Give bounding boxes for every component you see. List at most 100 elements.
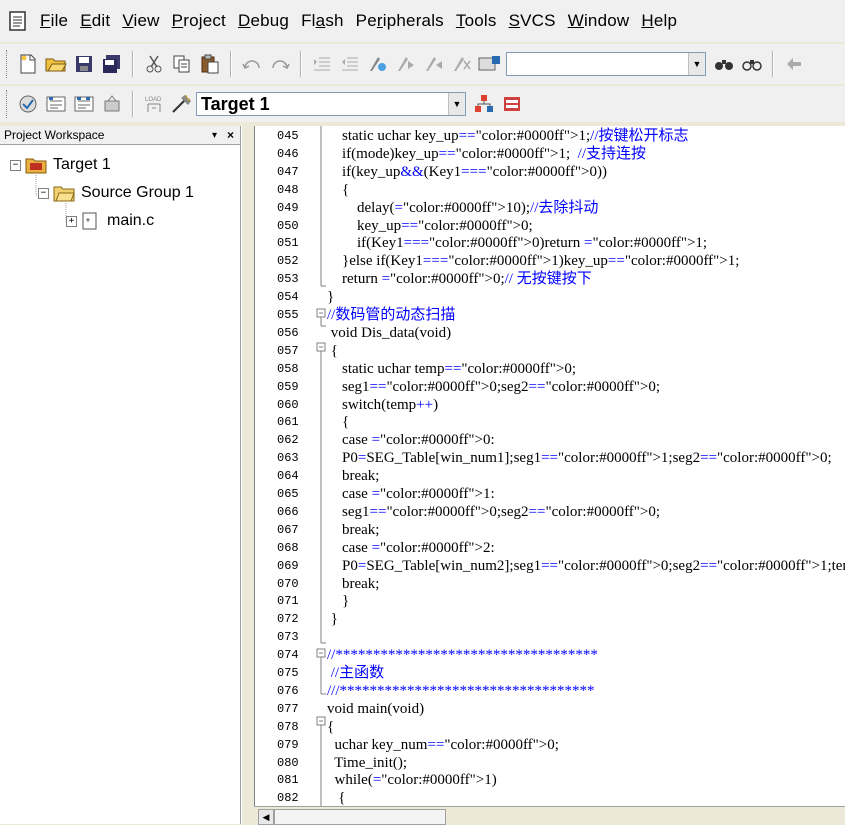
code-line[interactable]: 059 seg1=="color:#0000ff">0;seg2=="color… [255,379,845,396]
code-text[interactable]: break; [327,576,379,593]
tree-node-main-c[interactable]: + * main.c [66,212,154,230]
bookmark-clear-icon[interactable] [450,52,474,76]
incremental-find-icon[interactable] [740,52,764,76]
code-text[interactable]: { [327,719,334,736]
rebuild-icon[interactable] [72,92,96,116]
code-line[interactable]: 073 [255,629,845,646]
code-line[interactable]: 063 P0=SEG_Table[win_num1];seg1=="color:… [255,450,845,467]
code-line[interactable]: 057 { [255,343,845,360]
code-line[interactable]: 064 break; [255,468,845,485]
code-text[interactable]: } [327,611,338,628]
code-line[interactable]: 067 break; [255,522,845,539]
code-line[interactable]: 047 if(key_up&&(Key1==="color:#0000ff">0… [255,164,845,181]
bookmark-prev-icon[interactable] [394,52,418,76]
stop-build-icon[interactable] [100,92,124,116]
code-text[interactable]: if(Key1==="color:#0000ff">0)return ="col… [327,235,707,252]
code-text[interactable]: void main(void) [327,701,424,718]
code-line[interactable]: 045 static uchar key_up=="color:#0000ff"… [255,128,845,145]
code-text[interactable]: seg1=="color:#0000ff">0;seg2=="color:#00… [327,379,660,396]
code-editor[interactable]: 045 static uchar key_up=="color:#0000ff"… [254,126,845,824]
find-combo[interactable]: ▼ [506,52,706,76]
code-text[interactable]: void Dis_data(void) [327,325,451,342]
code-line[interactable]: 081 while(="color:#0000ff">1) [255,772,845,789]
tree-node-source-group[interactable]: − Source Group 1 [38,184,194,202]
open-folder-icon[interactable] [44,52,68,76]
code-text[interactable]: } [327,289,334,306]
code-text[interactable]: case ="color:#0000ff">2: [327,540,495,557]
code-text[interactable]: key_up=="color:#0000ff">0; [327,218,533,235]
code-text[interactable]: static uchar temp=="color:#0000ff">0; [327,361,576,378]
collapse-icon[interactable]: − [38,187,49,199]
code-line[interactable]: 068 case ="color:#0000ff">2: [255,540,845,557]
code-line[interactable]: 062 case ="color:#0000ff">0: [255,432,845,449]
code-line[interactable]: 074 //*********************************** [255,647,845,664]
panel-splitter[interactable] [241,126,254,824]
code-line[interactable]: 065 case ="color:#0000ff">1: [255,486,845,503]
code-line[interactable]: 072 } [255,611,845,628]
build-icon[interactable] [44,92,68,116]
code-line[interactable]: 079 uchar key_num=="color:#0000ff">0; [255,737,845,754]
menu-item[interactable]: Window [562,11,636,31]
code-line[interactable]: 075 //主函数 [255,665,845,682]
copy-icon[interactable] [170,52,194,76]
code-line[interactable]: 055 //数码管的动态扫描 [255,307,845,324]
code-line[interactable]: 046 if(mode)key_up=="color:#0000ff">1; /… [255,146,845,163]
undo-icon[interactable] [240,52,264,76]
code-text[interactable]: P0=SEG_Table[win_num1];seg1=="color:#000… [327,450,832,467]
code-text[interactable]: { [327,414,349,431]
code-line[interactable]: 049 delay(="color:#0000ff">10);//去除抖动 [255,200,845,217]
indent-icon[interactable] [310,52,334,76]
menu-item[interactable]: Project [166,11,232,31]
save-all-icon[interactable] [100,52,124,76]
toolbar-grip[interactable] [6,50,10,78]
code-line[interactable]: 050 key_up=="color:#0000ff">0; [255,218,845,235]
menu-item[interactable]: Edit [74,11,116,31]
code-text[interactable]: //数码管的动态扫描 [327,307,455,324]
code-line[interactable]: 061 { [255,414,845,431]
find-combo-value[interactable] [507,53,688,75]
menu-item[interactable]: Peripherals [350,11,450,31]
find-icon[interactable] [712,52,736,76]
pin-dropdown-icon[interactable]: ▾ [212,130,217,141]
toolbar-grip[interactable] [6,90,10,118]
manage-components-icon[interactable] [472,92,496,116]
tree-label-target[interactable]: Target 1 [53,156,111,174]
code-text[interactable]: case ="color:#0000ff">0: [327,432,495,449]
code-text[interactable]: //主函数 [327,665,384,682]
code-text[interactable]: }else if(Key1==="color:#0000ff">1)key_up… [327,253,739,270]
target-select[interactable]: Target 1 ▼ [196,92,466,116]
code-line[interactable]: 053 return ="color:#0000ff">0;// 无按键按下 [255,271,845,288]
code-line[interactable]: 056 void Dis_data(void) [255,325,845,342]
menu-item[interactable]: View [116,11,165,31]
bookmark-next-icon[interactable] [422,52,446,76]
scroll-thumb[interactable] [274,809,446,825]
code-line[interactable]: 058 static uchar temp=="color:#0000ff">0… [255,361,845,378]
close-icon[interactable]: × [227,128,234,142]
collapse-icon[interactable]: − [10,159,21,171]
code-line[interactable]: 077 void main(void) [255,701,845,718]
tree-label-source-group[interactable]: Source Group 1 [81,184,194,202]
menu-item[interactable]: Flash [295,11,350,31]
paste-icon[interactable] [198,52,222,76]
tree-node-target[interactable]: − Target 1 [10,156,111,174]
target-select-arrow-icon[interactable]: ▼ [448,93,465,115]
code-line[interactable]: 048 { [255,182,845,199]
target-options-icon[interactable] [170,92,194,116]
new-file-icon[interactable] [16,52,40,76]
code-text[interactable]: case ="color:#0000ff">1: [327,486,495,503]
code-text[interactable]: { [327,182,349,199]
code-text[interactable]: static uchar key_up=="color:#0000ff">1;/… [327,128,689,145]
bookmark-toggle-icon[interactable] [366,52,390,76]
code-text[interactable]: ///********************************** [327,683,595,700]
code-text[interactable]: if(key_up&&(Key1==="color:#0000ff">0)) [327,164,607,181]
scroll-left-icon[interactable]: ◀ [258,809,274,825]
code-text[interactable]: uchar key_num=="color:#0000ff">0; [327,737,559,754]
code-line[interactable]: 051 if(Key1==="color:#0000ff">0)return =… [255,235,845,252]
cut-icon[interactable] [142,52,166,76]
expand-icon[interactable]: + [66,215,77,227]
select-packs-icon[interactable] [500,92,524,116]
menu-item[interactable]: File [34,11,74,31]
code-text[interactable]: seg1=="color:#0000ff">0;seg2=="color:#00… [327,504,660,521]
menu-item[interactable]: Tools [450,11,503,31]
code-line[interactable]: 082 { [255,790,845,807]
